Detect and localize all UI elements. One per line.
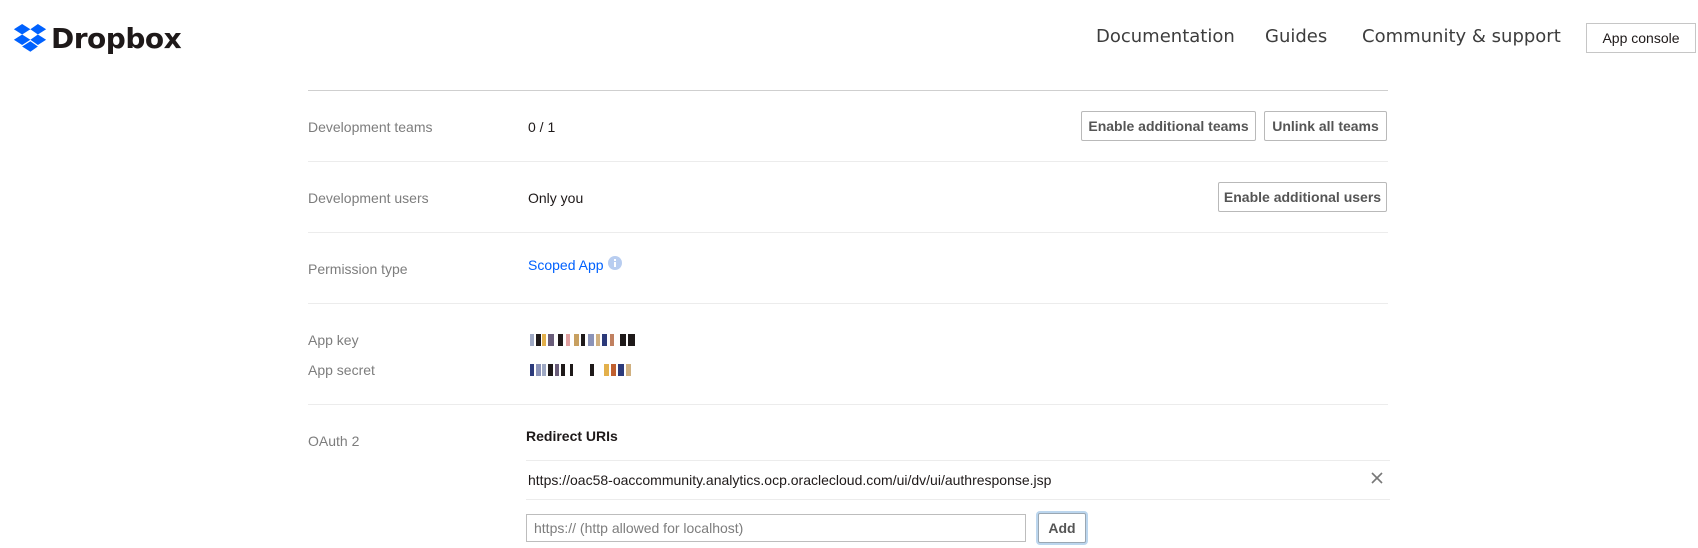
close-icon[interactable] xyxy=(1370,471,1384,485)
row-divider xyxy=(308,303,1388,304)
dev-teams-value: 0 / 1 xyxy=(528,119,556,135)
app-key-masked-value xyxy=(530,334,636,346)
unlink-all-teams-button[interactable]: Unlink all teams xyxy=(1264,111,1387,141)
dev-users-label: Development users xyxy=(308,190,429,206)
dropbox-logo[interactable]: Dropbox xyxy=(12,22,182,55)
nav-guides[interactable]: Guides xyxy=(1265,26,1327,47)
scoped-app-link[interactable]: Scoped App xyxy=(528,257,604,273)
app-console-button[interactable]: App console xyxy=(1586,23,1696,53)
section-top-divider xyxy=(308,90,1388,91)
dropbox-logo-icon xyxy=(13,23,47,52)
permission-type-label: Permission type xyxy=(308,261,408,277)
row-divider xyxy=(308,404,1388,405)
app-secret-label: App secret xyxy=(308,362,375,378)
dev-users-value: Only you xyxy=(528,190,584,206)
row-divider xyxy=(308,161,1388,162)
uri-list-top-divider xyxy=(526,460,1390,461)
dev-teams-label: Development teams xyxy=(308,119,433,135)
add-redirect-uri-button[interactable]: Add xyxy=(1038,513,1086,543)
redirect-uris-heading: Redirect URIs xyxy=(526,428,618,444)
oauth2-label: OAuth 2 xyxy=(308,433,360,449)
redirect-uri-item: https://oac58-oaccommunity.analytics.ocp… xyxy=(528,472,1052,488)
nav-documentation[interactable]: Documentation xyxy=(1096,26,1235,47)
redirect-uri-input[interactable] xyxy=(526,514,1026,542)
enable-additional-users-button[interactable]: Enable additional users xyxy=(1218,182,1387,212)
info-icon[interactable] xyxy=(608,256,622,270)
row-divider xyxy=(308,232,1388,233)
app-key-label: App key xyxy=(308,332,359,348)
top-header: Dropbox Documentation Guides Community &… xyxy=(0,0,1698,78)
app-secret-masked-value xyxy=(530,364,634,376)
enable-additional-teams-button[interactable]: Enable additional teams xyxy=(1081,111,1256,141)
uri-list-bottom-divider xyxy=(526,499,1390,500)
nav-community-support[interactable]: Community & support xyxy=(1362,26,1561,47)
brand-name: Dropbox xyxy=(51,22,182,55)
